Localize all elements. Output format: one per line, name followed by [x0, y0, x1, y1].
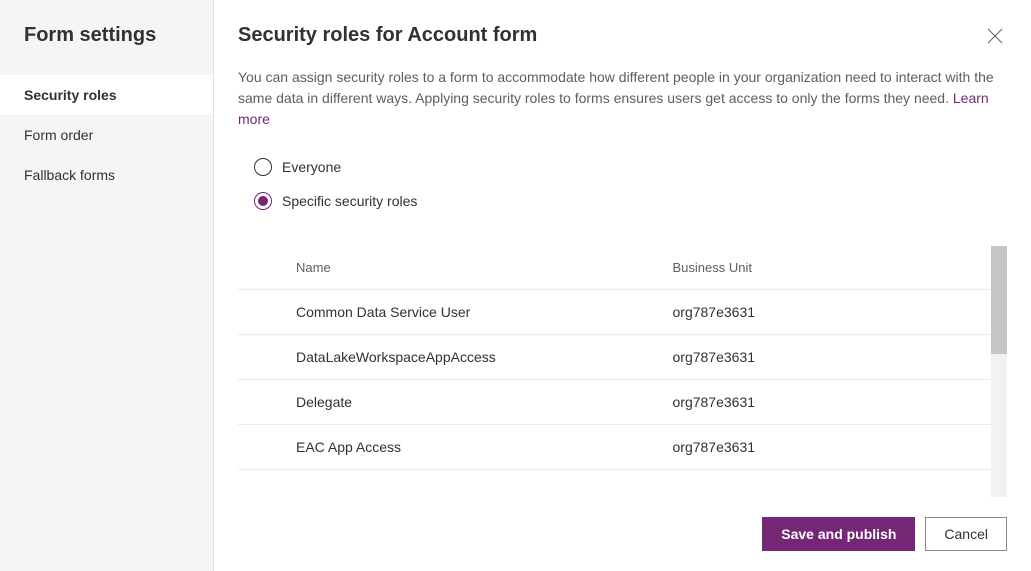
cell-name: EAC App Access	[238, 425, 615, 470]
cell-business-unit: org787e3631	[615, 380, 992, 425]
radio-dot	[258, 196, 268, 206]
sidebar-item-label: Security roles	[24, 87, 117, 103]
roles-table: Name Business Unit Common Data Service U…	[238, 246, 991, 470]
sidebar-item-form-order[interactable]: Form order	[0, 115, 213, 155]
table-header-row: Name Business Unit	[238, 246, 991, 290]
table-row[interactable]: EAC App Access org787e3631	[238, 425, 991, 470]
main-panel: Security roles for Account form You can …	[214, 0, 1031, 571]
cell-business-unit: org787e3631	[615, 335, 992, 380]
roles-table-container: Name Business Unit Common Data Service U…	[238, 246, 1007, 497]
cancel-button[interactable]: Cancel	[925, 517, 1007, 551]
cell-business-unit: org787e3631	[615, 425, 992, 470]
sidebar-item-fallback-forms[interactable]: Fallback forms	[0, 155, 213, 195]
sidebar-item-label: Form order	[24, 127, 93, 143]
sidebar-item-label: Fallback forms	[24, 167, 115, 183]
sidebar-item-security-roles[interactable]: Security roles	[0, 75, 213, 115]
close-button[interactable]	[983, 24, 1007, 51]
table-row[interactable]: Common Data Service User org787e3631	[238, 290, 991, 335]
sidebar-title: Form settings	[0, 24, 213, 75]
radio-specific[interactable]: Specific security roles	[254, 192, 1007, 210]
cell-name: Delegate	[238, 380, 615, 425]
main-header: Security roles for Account form	[214, 0, 1031, 51]
cell-name: DataLakeWorkspaceAppAccess	[238, 335, 615, 380]
footer: Save and publish Cancel	[214, 497, 1031, 571]
close-icon	[987, 28, 1003, 44]
column-header-business-unit[interactable]: Business Unit	[615, 246, 992, 290]
sidebar: Form settings Security roles Form order …	[0, 0, 214, 571]
radio-icon	[254, 158, 272, 176]
save-publish-button[interactable]: Save and publish	[762, 517, 915, 551]
radio-label: Specific security roles	[282, 193, 417, 209]
table-row[interactable]: Delegate org787e3631	[238, 380, 991, 425]
cell-name: Common Data Service User	[238, 290, 615, 335]
radio-icon-selected	[254, 192, 272, 210]
column-header-name[interactable]: Name	[238, 246, 615, 290]
table-row[interactable]: DataLakeWorkspaceAppAccess org787e3631	[238, 335, 991, 380]
scrollbar-thumb[interactable]	[991, 246, 1007, 354]
description-text: You can assign security roles to a form …	[238, 69, 994, 106]
radio-group: Everyone Specific security roles	[214, 130, 1031, 238]
description: You can assign security roles to a form …	[214, 51, 1031, 130]
radio-everyone[interactable]: Everyone	[254, 158, 1007, 176]
radio-label: Everyone	[282, 159, 341, 175]
page-title: Security roles for Account form	[238, 24, 537, 47]
scrollbar-track[interactable]: ▴ ▾	[991, 246, 1007, 497]
cell-business-unit: org787e3631	[615, 290, 992, 335]
